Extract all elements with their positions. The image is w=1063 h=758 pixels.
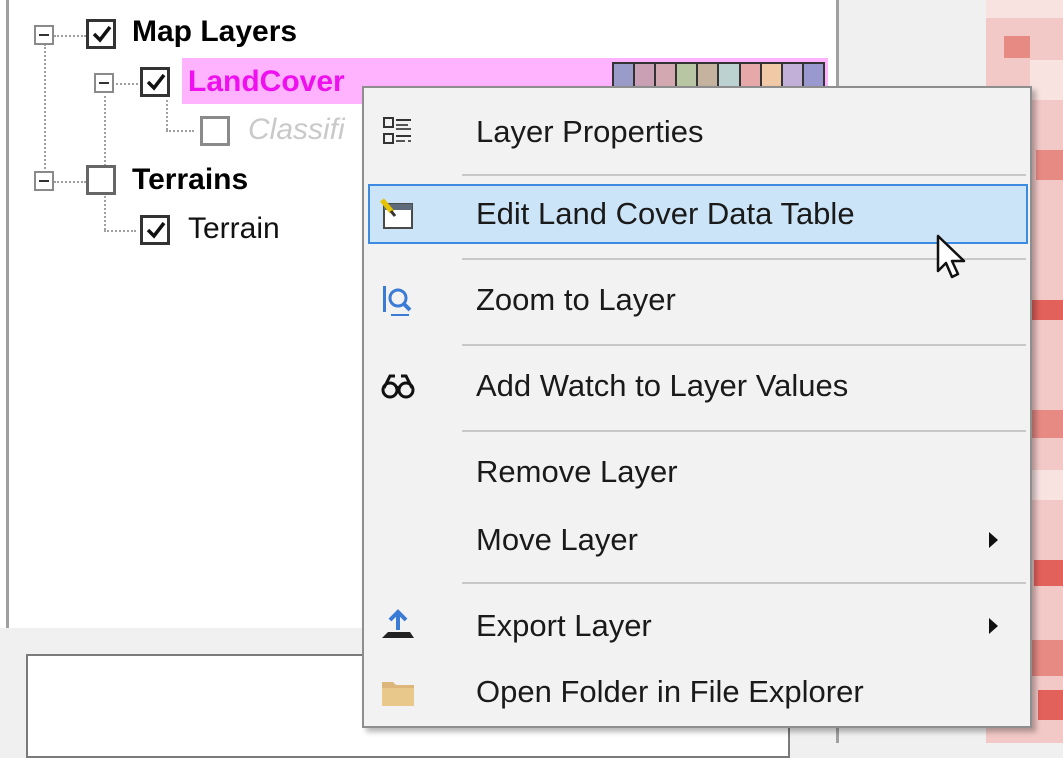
map-layers-checkbox[interactable] — [86, 19, 116, 49]
menu-item-open-folder-in-file-explorer[interactable]: Open Folder in File Explorer — [368, 662, 1028, 722]
classified-checkbox[interactable] — [200, 116, 230, 146]
collapse-map-layers-toggle[interactable] — [34, 25, 54, 45]
menu-item-label: Remove Layer — [476, 454, 678, 489]
checkmark-icon — [146, 221, 166, 239]
mouse-pointer-icon — [936, 234, 966, 279]
landcover-checkbox[interactable] — [140, 67, 170, 97]
menu-item-label: Zoom to Layer — [476, 282, 676, 317]
collapse-terrains-toggle[interactable] — [34, 171, 54, 191]
menu-item-label: Edit Land Cover Data Table — [476, 196, 855, 231]
map-layers-label[interactable]: Map Layers — [132, 14, 297, 50]
menu-item-remove-layer[interactable]: Remove Layer — [368, 442, 1028, 502]
edit-table-icon — [380, 198, 413, 229]
terrains-label[interactable]: Terrains — [132, 162, 248, 198]
submenu-arrow-icon — [989, 618, 998, 634]
menu-item-edit-land-cover-data-table[interactable]: Edit Land Cover Data Table — [368, 184, 1028, 244]
menu-item-export-layer[interactable]: Export Layer — [368, 596, 1028, 656]
menu-separator — [462, 430, 1026, 432]
tree-connector — [44, 44, 46, 180]
terrain-label[interactable]: Terrain — [188, 211, 280, 247]
menu-item-label: Add Watch to Layer Values — [476, 368, 849, 403]
menu-separator — [462, 344, 1026, 346]
tree-connector — [104, 230, 136, 232]
tree-connector — [54, 35, 86, 37]
export-icon — [382, 609, 414, 638]
classified-label[interactable]: Classifi — [248, 112, 345, 148]
panel-border-left — [6, 0, 9, 628]
menu-item-add-watch-to-layer-values[interactable]: Add Watch to Layer Values — [368, 356, 1028, 416]
tree-connector — [104, 96, 106, 230]
collapse-landcover-toggle[interactable] — [94, 73, 114, 93]
layer-context-menu: Layer Properties Edit Land Cover Data Ta… — [362, 86, 1032, 728]
checkmark-icon — [146, 73, 166, 91]
menu-item-layer-properties[interactable]: Layer Properties — [368, 102, 1028, 162]
menu-item-label: Export Layer — [476, 608, 652, 643]
folder-icon — [382, 682, 414, 706]
checkmark-icon — [92, 25, 112, 43]
submenu-arrow-icon — [989, 532, 998, 548]
zoom-to-layer-icon — [383, 286, 412, 316]
menu-item-zoom-to-layer[interactable]: Zoom to Layer — [368, 270, 1028, 330]
menu-item-label: Layer Properties — [476, 114, 704, 149]
terrain-checkbox[interactable] — [140, 215, 170, 245]
properties-icon — [383, 117, 411, 144]
tree-connector — [112, 83, 138, 85]
menu-item-label: Move Layer — [476, 522, 638, 557]
tree-connector — [54, 181, 86, 183]
menu-separator — [462, 174, 1026, 176]
tree-connector — [166, 130, 194, 132]
menu-item-label: Open Folder in File Explorer — [476, 674, 864, 709]
glasses-icon — [381, 374, 415, 399]
landcover-label[interactable]: LandCover — [188, 64, 345, 100]
tree-connector — [166, 100, 168, 130]
menu-item-move-layer[interactable]: Move Layer — [368, 510, 1028, 570]
terrains-checkbox[interactable] — [86, 165, 116, 195]
menu-separator — [462, 582, 1026, 584]
